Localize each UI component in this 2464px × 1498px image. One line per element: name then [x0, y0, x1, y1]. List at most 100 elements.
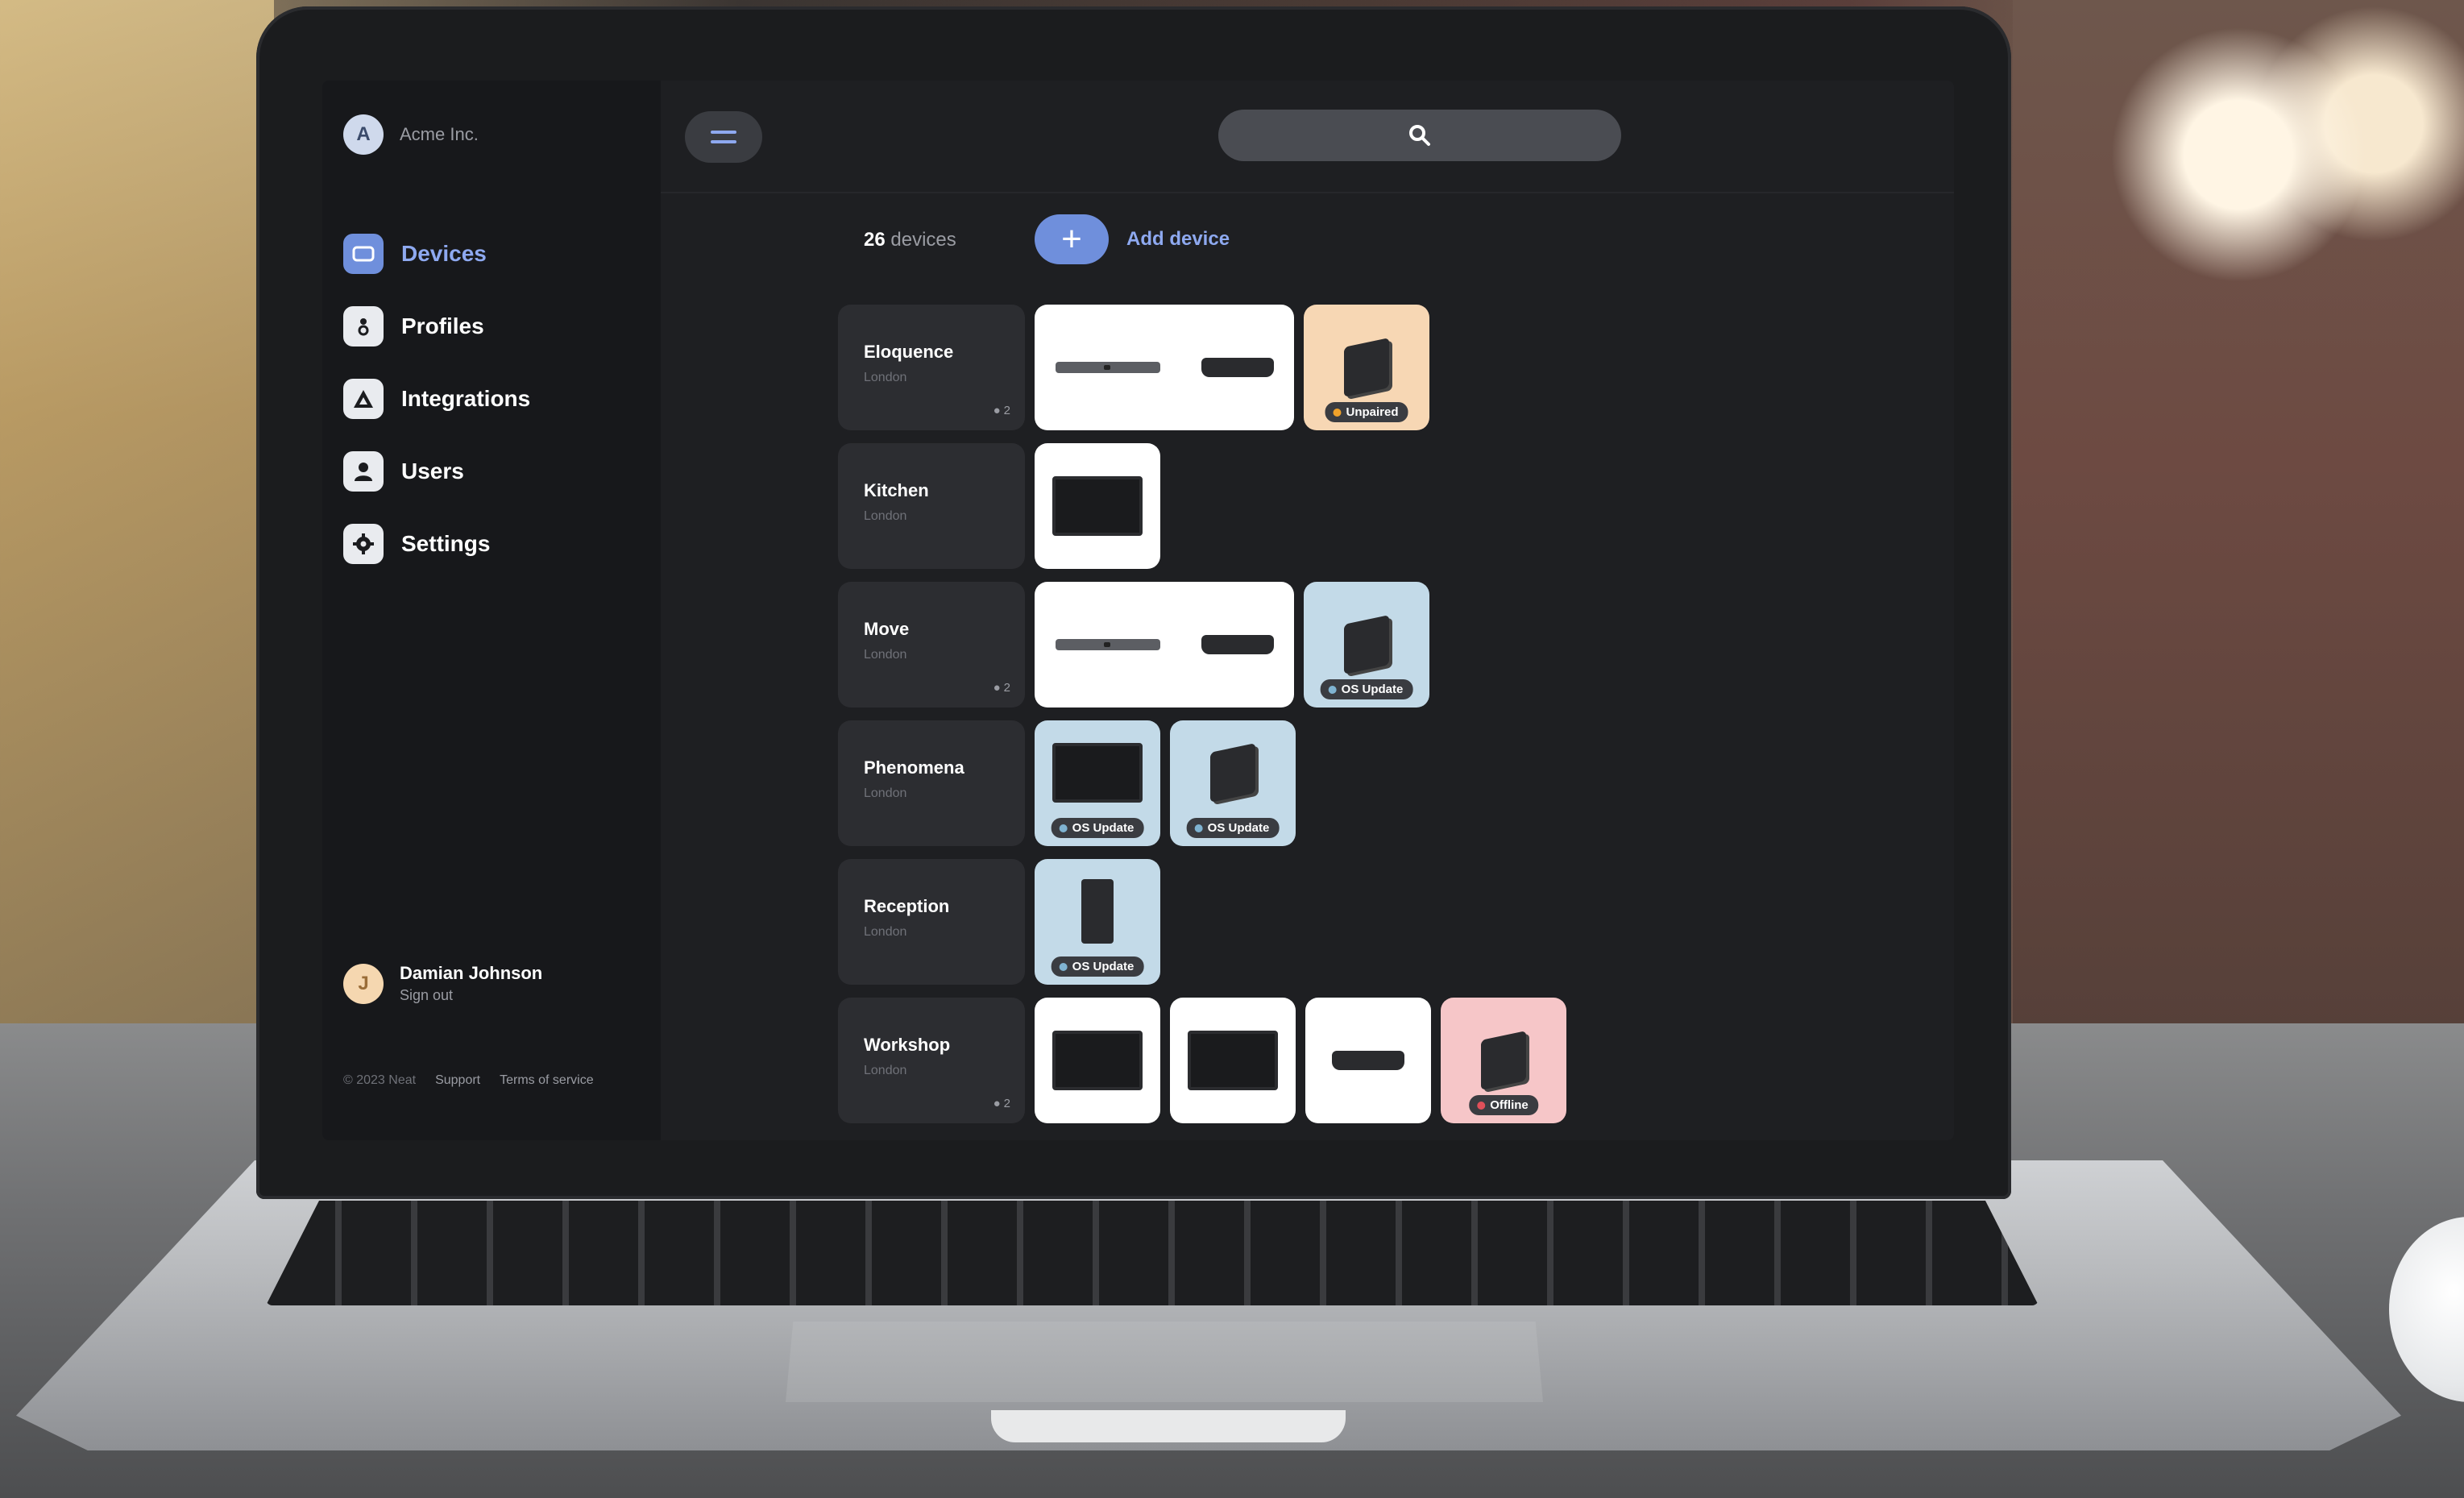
room-row: Move London ● 2 OS Update	[838, 582, 1566, 708]
status-dot	[1477, 1101, 1486, 1110]
menu-button[interactable]	[685, 111, 762, 163]
sidebar-item-users[interactable]: Users	[343, 435, 530, 508]
display-device-icon	[1188, 1031, 1278, 1090]
search-bar[interactable]	[1218, 110, 1621, 161]
gear-icon	[343, 524, 384, 564]
sidebar-item-integrations[interactable]: Integrations	[343, 363, 530, 435]
device-tile[interactable]	[1035, 443, 1160, 569]
copyright-text: © 2023 Neat	[343, 1073, 417, 1087]
status-dot	[1194, 824, 1203, 832]
room-row: Kitchen London	[838, 443, 1566, 569]
hamburger-icon	[711, 131, 736, 134]
status-label: OS Update	[1341, 683, 1404, 696]
status-label: Unpaired	[1346, 405, 1399, 419]
people-count-value: 2	[1003, 681, 1010, 695]
laptop-keyboard	[266, 1201, 2039, 1305]
current-user[interactable]: J Damian Johnson Sign out	[343, 963, 542, 1004]
brand[interactable]: A Acme Inc.	[343, 114, 479, 155]
device-tile[interactable]	[1035, 998, 1160, 1123]
device-tile[interactable]: OS Update	[1170, 720, 1296, 846]
add-device-button[interactable]: + Add device	[1035, 214, 1230, 264]
sidebar-item-label: Users	[401, 459, 464, 483]
room-row: Eloquence London ● 2 Unpaired	[838, 305, 1566, 430]
room-location: London	[864, 371, 907, 384]
status-badge: OS Update	[1186, 818, 1280, 838]
device-tile[interactable]: OS Update	[1304, 582, 1429, 708]
room-location: London	[864, 1064, 907, 1077]
device-tile[interactable]: OS Update	[1035, 720, 1160, 846]
room-row: Reception London OS Update	[838, 859, 1566, 985]
room-location: London	[864, 925, 907, 939]
room-location: London	[864, 509, 907, 523]
plus-icon: +	[1035, 214, 1109, 264]
add-device-label: Add device	[1126, 228, 1230, 250]
device-count: 26 devices	[864, 229, 956, 251]
room-name: Kitchen	[864, 480, 929, 500]
rooms-grid: Eloquence London ● 2 Unpaired Kitchen Lo…	[838, 305, 1566, 1136]
people-count: ● 2	[993, 681, 1010, 695]
status-badge: OS Update	[1051, 818, 1144, 838]
status-label: OS Update	[1072, 960, 1135, 973]
sidebar-item-label: Profiles	[401, 313, 484, 338]
device-count-number: 26	[864, 229, 886, 251]
person-icon: ●	[993, 681, 1001, 695]
laptop-trackpad	[786, 1322, 1543, 1402]
display-device-icon	[1052, 743, 1143, 803]
user-info: Damian Johnson Sign out	[400, 963, 542, 1004]
sidebar-item-devices[interactable]: Devices	[343, 218, 530, 290]
room-card-eloquence[interactable]: Eloquence London ● 2	[838, 305, 1025, 430]
sidebar-item-label: Settings	[401, 531, 491, 556]
device-tile[interactable]	[1305, 998, 1431, 1123]
device-tile[interactable]	[1035, 582, 1294, 708]
search-icon	[1409, 125, 1430, 146]
kiosk-device-icon	[1081, 879, 1114, 944]
pad-device-icon	[1332, 1051, 1404, 1070]
device-tile[interactable]	[1035, 305, 1294, 430]
pad-device-icon	[1201, 358, 1274, 377]
room-name: Move	[864, 619, 910, 639]
status-badge: OS Update	[1320, 679, 1413, 699]
room-card-workshop[interactable]: Workshop London ● 2	[838, 998, 1025, 1123]
sidebar-item-settings[interactable]: Settings	[343, 508, 530, 580]
room-card-phenomena[interactable]: Phenomena London	[838, 720, 1025, 846]
tablet-device-icon	[1210, 743, 1255, 803]
device-count-label: devices	[890, 229, 956, 251]
room-location: London	[864, 786, 907, 800]
sidebar-nav: Devices Profiles Integrations Users Sett…	[343, 218, 530, 580]
laptop-lid-notch	[991, 1410, 1346, 1442]
room-card-reception[interactable]: Reception London	[838, 859, 1025, 985]
brand-name: Acme Inc.	[400, 124, 479, 144]
support-link[interactable]: Support	[435, 1073, 480, 1088]
integrations-icon	[343, 379, 384, 419]
terms-link[interactable]: Terms of service	[500, 1073, 593, 1088]
room-card-move[interactable]: Move London ● 2	[838, 582, 1025, 708]
status-dot	[1328, 685, 1337, 694]
pad-device-icon	[1201, 635, 1274, 654]
device-tile[interactable]	[1170, 998, 1296, 1123]
sidebar: A Acme Inc. Devices Profiles Integration…	[322, 81, 661, 1140]
tablet-device-icon	[1344, 338, 1389, 397]
person-icon: ●	[993, 1097, 1001, 1110]
device-tile[interactable]: Unpaired	[1304, 305, 1429, 430]
sidebar-item-profiles[interactable]: Profiles	[343, 290, 530, 363]
room-row: Phenomena London OS Update OS Update	[838, 720, 1566, 846]
status-badge: OS Update	[1051, 956, 1144, 977]
device-tile[interactable]: Offline	[1441, 998, 1566, 1123]
users-icon	[343, 451, 384, 492]
device-tile[interactable]: OS Update	[1035, 859, 1160, 985]
status-badge: Offline	[1469, 1095, 1538, 1115]
display-device-icon	[1052, 476, 1143, 536]
sign-out-link[interactable]: Sign out	[400, 987, 542, 1004]
display-device-icon	[1052, 1031, 1143, 1090]
room-card-kitchen[interactable]: Kitchen London	[838, 443, 1025, 569]
devices-icon	[343, 234, 384, 274]
room-name: Workshop	[864, 1035, 951, 1055]
people-count-value: 2	[1003, 404, 1010, 417]
background-blur-left	[0, 0, 274, 1031]
room-name: Phenomena	[864, 757, 964, 778]
background-blur-right	[2013, 0, 2464, 1031]
profiles-icon	[343, 306, 384, 346]
status-label: OS Update	[1207, 821, 1270, 835]
brand-avatar: A	[343, 114, 384, 155]
tablet-device-icon	[1481, 1031, 1526, 1090]
